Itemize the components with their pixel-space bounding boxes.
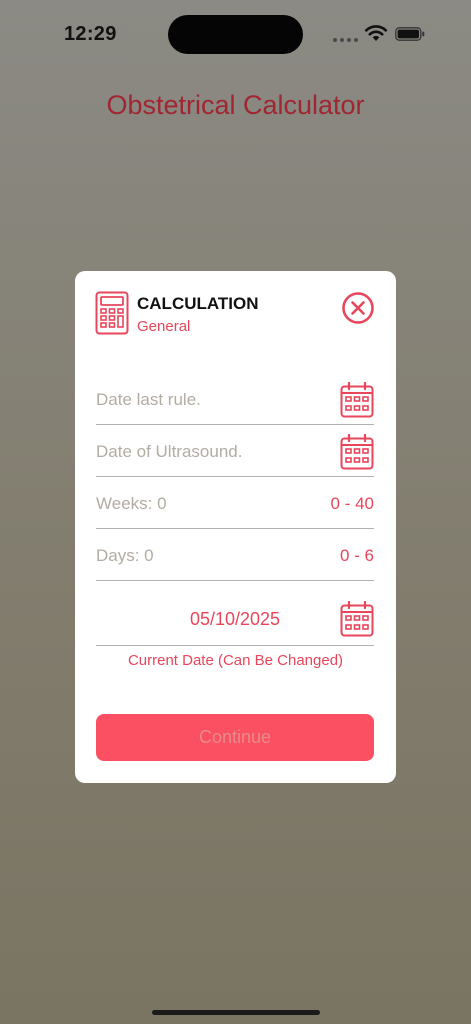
ultrasound-placeholder: Date of Ultrasound.	[96, 442, 243, 461]
close-circle-icon	[342, 292, 374, 324]
current-date-note: Current Date (Can Be Changed)	[127, 652, 344, 669]
last-rule-placeholder: Date last rule.	[96, 390, 201, 409]
app-title: Obstetrical Calculator	[106, 90, 365, 120]
close-button[interactable]	[341, 291, 375, 325]
last-rule-date-field[interactable]: Date last rule.	[96, 373, 374, 425]
weeks-input[interactable]: Weeks: 0 0 - 40	[96, 477, 374, 529]
modal-subtitle: General	[137, 318, 191, 335]
continue-button[interactable]: Continue	[96, 714, 374, 761]
ultrasound-date-field[interactable]: Date of Ultrasound.	[96, 425, 374, 477]
calculation-modal: CALCULATION General Date last rule. Date…	[75, 271, 396, 783]
calendar-icon	[340, 381, 374, 418]
home-indicator[interactable]	[152, 1010, 320, 1015]
status-bar: 12:29	[0, 0, 471, 70]
dynamic-island	[168, 15, 303, 54]
cellular-signal-icon	[333, 38, 358, 42]
calendar-icon	[340, 600, 374, 637]
days-range: 0 - 6	[339, 546, 374, 565]
wifi-icon	[364, 25, 388, 41]
weeks-label: Weeks: 0	[96, 494, 167, 513]
current-date-field[interactable]: 05/10/2025	[96, 591, 374, 646]
status-time: 12:29	[64, 23, 117, 45]
current-date-value: 05/10/2025	[189, 609, 281, 629]
calculator-icon	[95, 291, 129, 335]
calendar-icon	[340, 433, 374, 470]
weeks-range: 0 - 40	[330, 494, 374, 513]
modal-title: CALCULATION	[137, 294, 259, 313]
days-input[interactable]: Days: 0 0 - 6	[96, 529, 374, 581]
battery-icon	[395, 27, 425, 41]
current-date-calendar-button[interactable]	[340, 600, 374, 637]
last-rule-calendar-button[interactable]	[340, 381, 374, 418]
days-label: Days: 0	[96, 546, 154, 565]
ultrasound-calendar-button[interactable]	[340, 433, 374, 470]
